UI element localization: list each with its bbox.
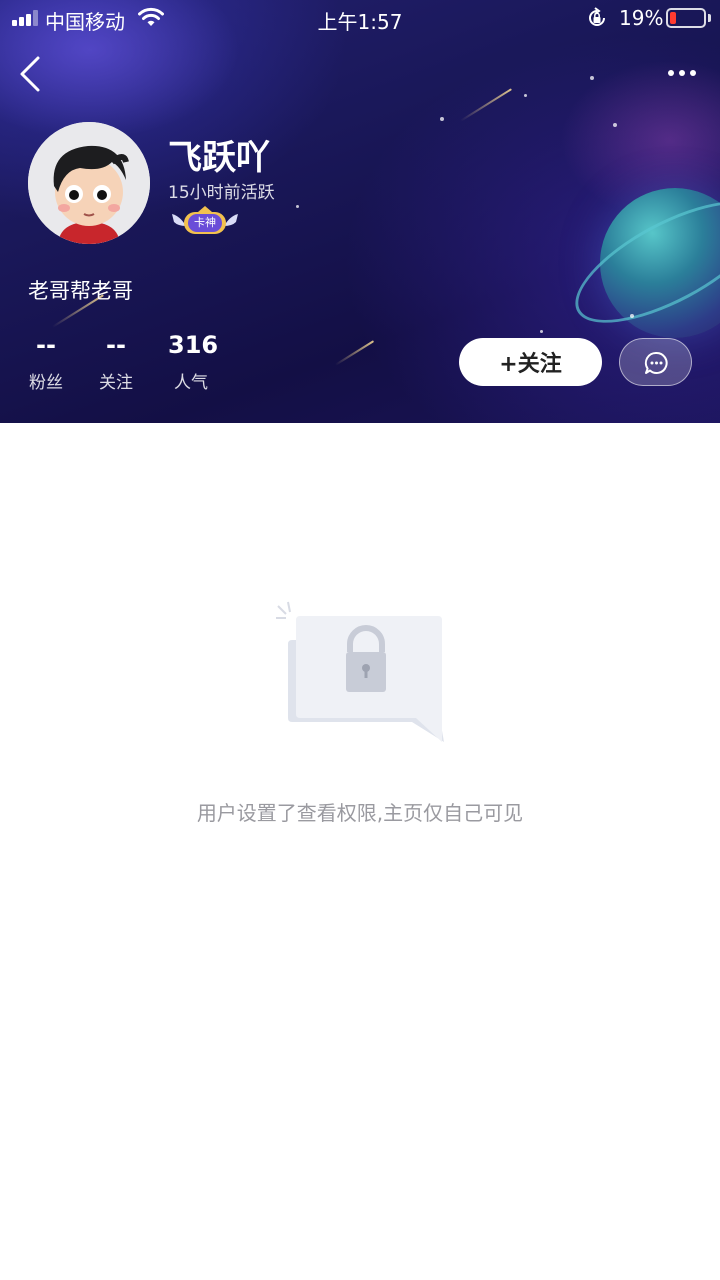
status-bar: 中国移动 上午1:57 19% <box>0 0 720 36</box>
star-decoration <box>590 76 594 80</box>
more-dots-icon <box>668 70 674 76</box>
more-button[interactable] <box>664 60 700 84</box>
star-decoration <box>613 123 617 127</box>
bio-text: 老哥帮老哥 <box>28 279 133 303</box>
orientation-lock-icon <box>589 7 605 26</box>
profile-header: 中国移动 上午1:57 19% 飞跃吖 15小时前活跃 卡神 老哥帮老哥 -- … <box>0 0 720 423</box>
username: 飞跃吖 <box>168 138 270 178</box>
stat-following[interactable]: -- 关注 <box>98 330 134 393</box>
avatar[interactable] <box>28 122 150 244</box>
stat-popularity[interactable]: 316 人气 <box>168 330 219 393</box>
star-decoration <box>440 117 444 121</box>
chat-button[interactable] <box>619 338 692 386</box>
star-decoration <box>524 94 527 97</box>
badge-label: 卡神 <box>188 214 222 232</box>
star-decoration <box>630 314 634 318</box>
meteor-decoration <box>460 88 512 122</box>
battery-level-fill <box>670 12 676 24</box>
follow-button[interactable]: +关注 <box>459 338 602 386</box>
battery-icon <box>666 8 706 28</box>
empty-state-message: 用户设置了查看权限,主页仅自己可见 <box>196 801 524 825</box>
stat-label: 关注 <box>99 373 133 393</box>
more-dots-icon <box>679 70 685 76</box>
status-time: 上午1:57 <box>317 10 403 34</box>
stat-value: -- <box>106 331 126 359</box>
meteor-decoration <box>334 340 375 366</box>
star-decoration <box>296 205 299 208</box>
chat-bubble-icon <box>644 351 668 374</box>
chevron-left-icon <box>20 56 40 92</box>
stat-fans[interactable]: -- 粉丝 <box>28 330 64 393</box>
back-button[interactable] <box>14 54 50 94</box>
stat-value: 316 <box>168 331 219 359</box>
level-badge[interactable]: 卡神 <box>170 206 240 238</box>
stat-value: -- <box>36 331 56 359</box>
more-dots-icon <box>690 70 696 76</box>
star-decoration <box>540 330 543 333</box>
stat-label: 粉丝 <box>29 373 63 393</box>
battery-percent: 19% <box>619 6 664 30</box>
battery-cap <box>708 14 711 22</box>
stat-label: 人气 <box>174 373 208 393</box>
last-active-time: 15小时前活跃 <box>168 183 275 203</box>
profile-page: 中国移动 上午1:57 19% 飞跃吖 15小时前活跃 卡神 老哥帮老哥 -- … <box>0 0 720 1280</box>
private-profile-illustration <box>276 601 444 742</box>
cartoon-avatar-icon <box>28 122 150 244</box>
